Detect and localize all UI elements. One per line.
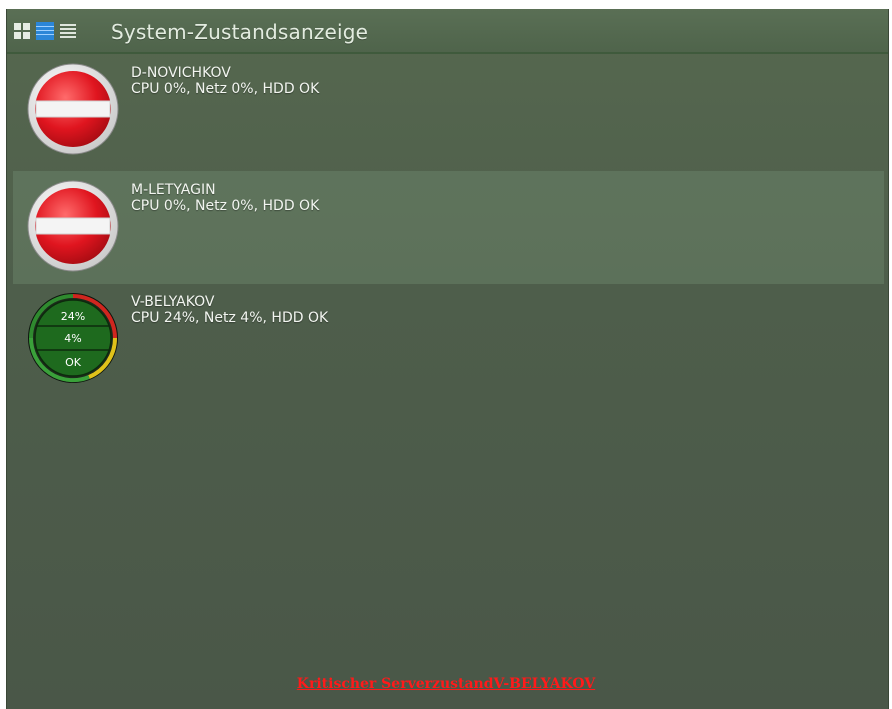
panel-title: System-Zustandsanzeige <box>111 20 369 44</box>
server-row[interactable]: D-NOVICHKOV CPU 0%, Netz 0%, HDD OK <box>13 54 884 167</box>
server-row[interactable]: M-LETYAGIN CPU 0%, Netz 0%, HDD OK <box>13 171 884 284</box>
top-strip <box>0 0 892 9</box>
system-status-panel: System-Zustandsanzeige D-NOVICHKOV CPU 0… <box>6 9 889 709</box>
no-entry-icon <box>27 180 119 272</box>
server-stats: CPU 24%, Netz 4%, HDD OK <box>131 310 329 326</box>
list-view-icon[interactable] <box>59 22 77 40</box>
critical-status-link[interactable]: Kritischer ServerzustandV-BELYAKOV <box>0 676 892 692</box>
server-name: D-NOVICHKOV <box>131 65 231 81</box>
server-name: V-BELYAKOV <box>131 294 215 310</box>
no-entry-icon <box>27 63 119 155</box>
server-row[interactable]: 24% 4% OK V-BELYAKOV CPU 24%, Netz 4%, H… <box>13 283 884 396</box>
gauge-hdd-value: OK <box>65 356 82 369</box>
server-stats: CPU 0%, Netz 0%, HDD OK <box>131 198 320 214</box>
gauge-cpu-value: 24% <box>61 310 85 323</box>
grid-view-icon[interactable] <box>13 22 31 40</box>
server-name: M-LETYAGIN <box>131 182 216 198</box>
panel-header: System-Zustandsanzeige <box>7 9 888 54</box>
tile-view-icon[interactable] <box>36 22 54 40</box>
gauge-net-value: 4% <box>64 332 81 345</box>
server-stats: CPU 0%, Netz 0%, HDD OK <box>131 81 320 97</box>
status-gauge-icon: 24% 4% OK <box>28 293 118 383</box>
view-switcher <box>13 22 77 40</box>
